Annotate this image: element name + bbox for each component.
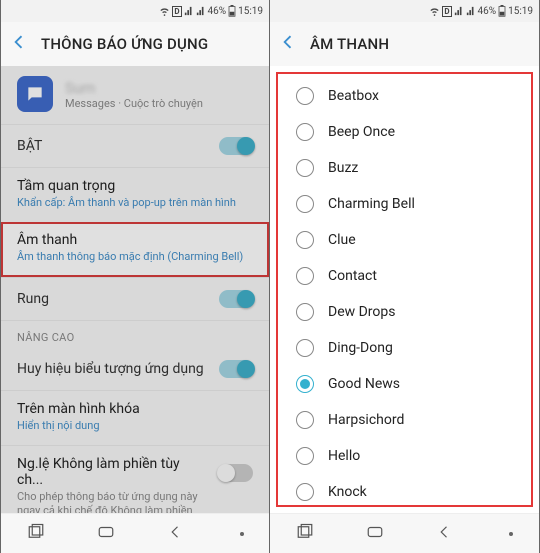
page-title: ÂM THANH xyxy=(310,35,389,53)
sound-sub: Âm thanh thông báo mặc định (Charming Be… xyxy=(17,250,253,264)
sound-setting[interactable]: Âm thanh Âm thanh thông báo mặc định (Ch… xyxy=(1,222,269,276)
sound-option[interactable]: Harpsichord xyxy=(278,402,531,438)
radio-icon xyxy=(296,339,314,357)
radio-icon xyxy=(296,159,314,177)
radio-icon xyxy=(296,231,314,249)
advanced-header: NÂNG CAO xyxy=(1,320,269,348)
back-nav-button[interactable] xyxy=(167,523,185,545)
signal-icon xyxy=(454,6,464,16)
app-info-row[interactable]: Sum Messages · Cuộc trò chuyện xyxy=(1,66,269,124)
sound-option[interactable]: Dew Drops xyxy=(278,294,531,330)
sound-label: Ding-Dong xyxy=(328,340,393,356)
importance-sub: Khẩn cấp: Âm thanh và pop-up trên màn hì… xyxy=(17,196,253,210)
sound-option[interactable]: Beep Once xyxy=(278,114,531,150)
sound-option[interactable]: Good News xyxy=(278,366,531,402)
sound-option[interactable]: Charming Bell xyxy=(278,186,531,222)
phone-right: D 46% 15:19 ÂM THANH Beatbox Beep Once Buz… xyxy=(270,0,540,553)
time-text: 15:19 xyxy=(238,6,263,17)
sound-option[interactable]: Contact xyxy=(278,258,531,294)
dnd-toggle[interactable] xyxy=(219,464,253,482)
sound-label: Hello xyxy=(328,448,360,464)
sound-option[interactable]: Ding-Dong xyxy=(278,330,531,366)
dnd-title: Ng.lệ Không làm phiền tùy ch... xyxy=(17,456,209,488)
battery-text: 46% xyxy=(478,6,497,17)
battery-text: 46% xyxy=(208,6,227,17)
sound-label: Beatbox xyxy=(328,88,379,104)
vibrate-toggle[interactable] xyxy=(219,290,253,308)
nav-dot xyxy=(240,532,244,536)
signal-icon xyxy=(184,6,194,16)
lockscreen-sub: Hiển thị nội dung xyxy=(17,419,253,433)
radio-icon xyxy=(296,303,314,321)
battery-icon xyxy=(498,5,506,17)
sound-label: Clue xyxy=(328,232,356,248)
wifi-icon xyxy=(429,6,440,17)
data-icon: D xyxy=(442,6,451,17)
sound-label: Dew Drops xyxy=(328,304,395,320)
nav-dot xyxy=(509,532,513,536)
signal-icon-2 xyxy=(466,6,476,16)
recents-button[interactable] xyxy=(27,523,45,545)
badge-label: Huy hiệu biểu tượng ứng dụng xyxy=(17,361,204,377)
radio-icon xyxy=(296,267,314,285)
lockscreen-setting[interactable]: Trên màn hình khóa Hiển thị nội dung xyxy=(1,390,269,445)
radio-icon xyxy=(296,195,314,213)
sound-label: Harpsichord xyxy=(328,412,404,428)
page-title: THÔNG BÁO ỨNG DỤNG xyxy=(41,35,208,53)
app-category: Messages · Cuộc trò chuyện xyxy=(65,97,253,110)
sound-label: Beep Once xyxy=(328,124,395,140)
app-name: Sum xyxy=(65,79,253,97)
sound-label: Good News xyxy=(328,376,400,392)
sound-option[interactable]: Knock xyxy=(278,474,531,507)
sound-label: Buzz xyxy=(328,160,358,176)
radio-icon xyxy=(296,87,314,105)
sound-label: Contact xyxy=(328,268,377,284)
sound-title: Âm thanh xyxy=(17,232,253,248)
sound-label: Knock xyxy=(328,484,367,500)
app-bar: THÔNG BÁO ỨNG DỤNG xyxy=(1,22,269,66)
radio-icon xyxy=(296,483,314,501)
app-bar: ÂM THANH xyxy=(270,22,539,66)
status-bar: D 46% 15:19 xyxy=(1,0,269,22)
dnd-setting: Ng.lệ Không làm phiền tùy ch... Cho phép… xyxy=(1,445,269,513)
home-button[interactable] xyxy=(96,523,116,545)
sound-option[interactable]: Hello xyxy=(278,438,531,474)
vibrate-label: Rung xyxy=(17,291,49,307)
home-button[interactable] xyxy=(365,523,385,545)
sound-option[interactable]: Clue xyxy=(278,222,531,258)
dnd-sub: Cho phép thông báo từ ứng dụng này ngay … xyxy=(17,490,209,513)
signal-icon-2 xyxy=(196,6,206,16)
sound-list: Beatbox Beep Once Buzz Charming Bell Clue Con… xyxy=(276,72,533,507)
radio-icon xyxy=(296,375,314,393)
sound-option[interactable]: Beatbox xyxy=(278,78,531,114)
importance-setting[interactable]: Tầm quan trọng Khẩn cấp: Âm thanh và pop… xyxy=(1,167,269,222)
radio-icon xyxy=(296,123,314,141)
nav-bar xyxy=(1,513,269,553)
sound-option[interactable]: Buzz xyxy=(278,150,531,186)
battery-icon xyxy=(228,5,236,17)
nav-bar xyxy=(270,513,539,553)
sound-label: Charming Bell xyxy=(328,196,415,212)
badge-toggle[interactable] xyxy=(219,360,253,378)
back-nav-button[interactable] xyxy=(436,523,454,545)
badge-row: Huy hiệu biểu tượng ứng dụng xyxy=(1,348,269,390)
wifi-icon xyxy=(159,6,170,17)
master-toggle-row: BẬT xyxy=(1,124,269,167)
back-icon[interactable] xyxy=(9,32,29,56)
phone-left: D 46% 15:19 THÔNG BÁO ỨNG DỤNG xyxy=(0,0,270,553)
lockscreen-title: Trên màn hình khóa xyxy=(17,401,253,417)
radio-icon xyxy=(296,447,314,465)
radio-icon xyxy=(296,411,314,429)
data-icon: D xyxy=(172,6,181,17)
back-icon[interactable] xyxy=(278,32,298,56)
importance-title: Tầm quan trọng xyxy=(17,178,253,194)
recents-button[interactable] xyxy=(296,523,314,545)
status-bar: D 46% 15:19 xyxy=(270,0,539,22)
time-text: 15:19 xyxy=(508,6,533,17)
on-label: BẬT xyxy=(17,138,42,154)
vibrate-row: Rung xyxy=(1,277,269,320)
master-toggle[interactable] xyxy=(219,137,253,155)
messages-app-icon xyxy=(17,76,53,112)
